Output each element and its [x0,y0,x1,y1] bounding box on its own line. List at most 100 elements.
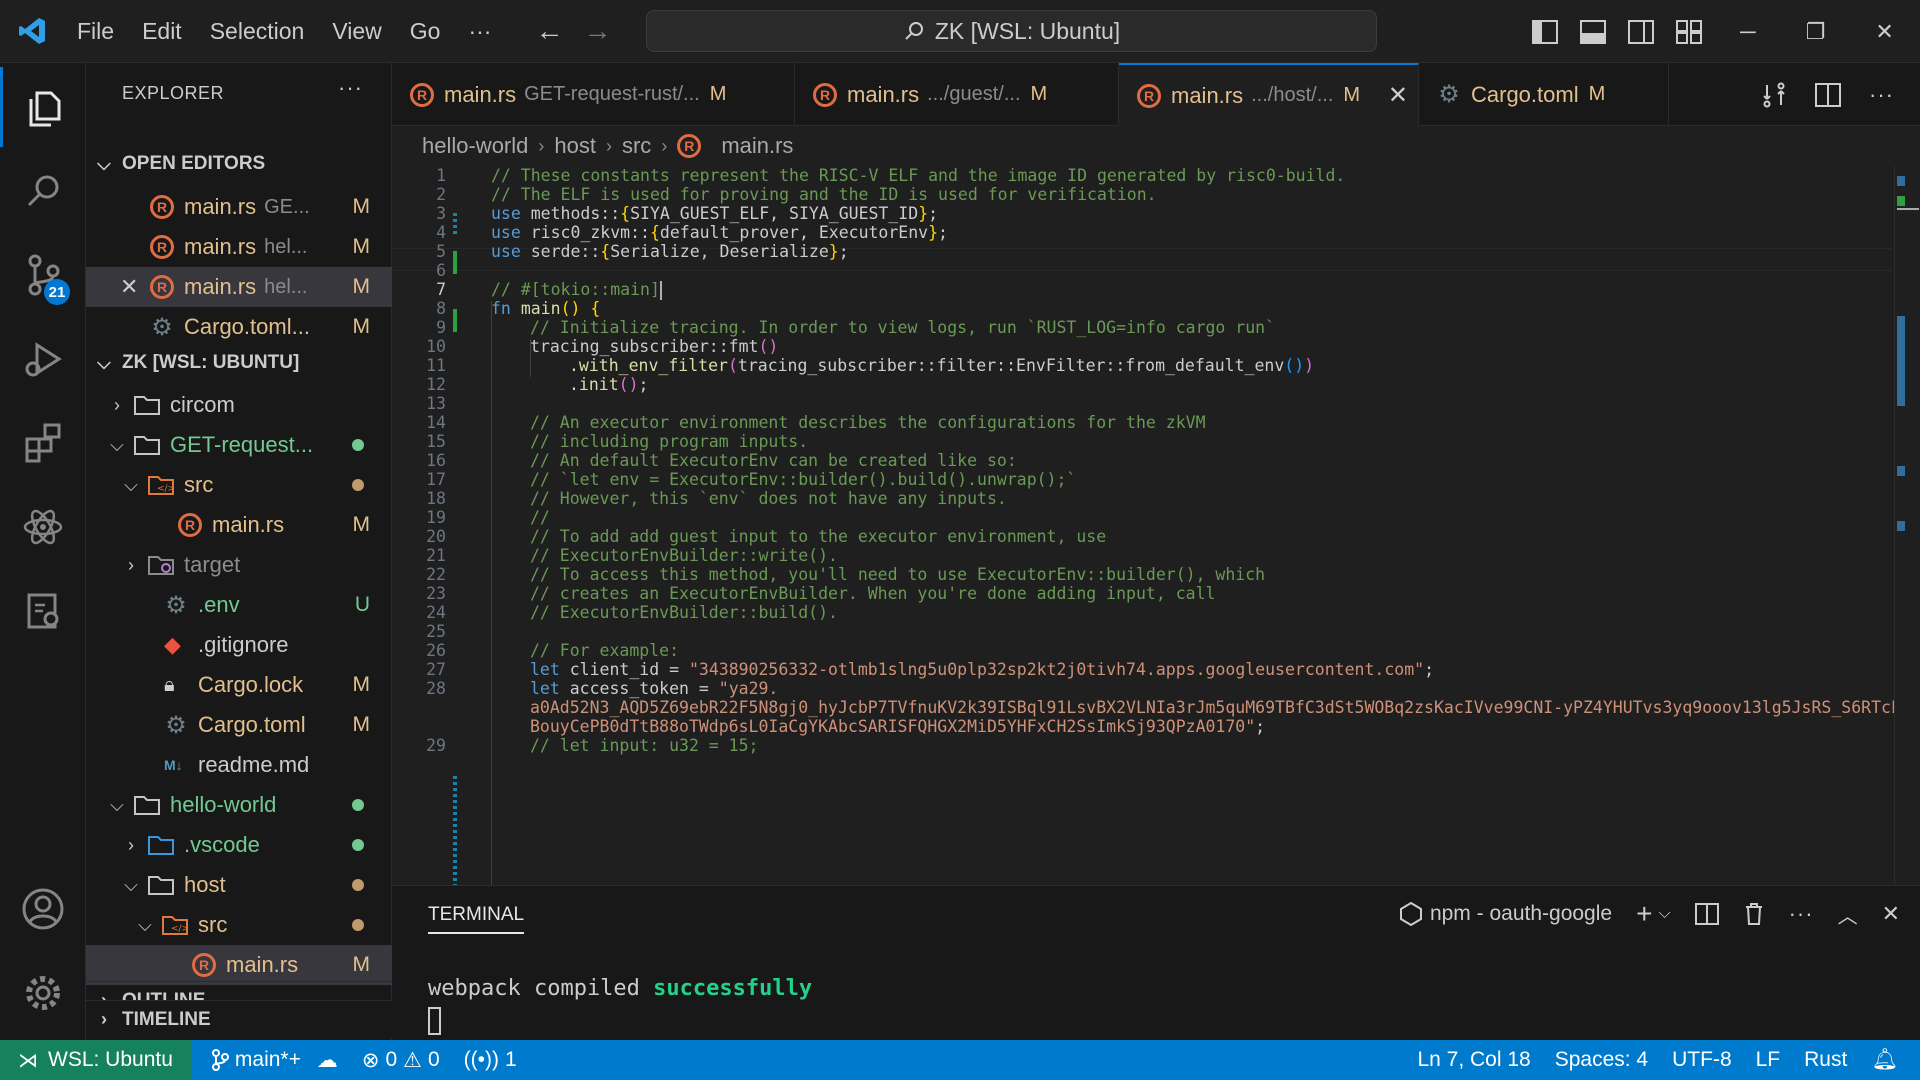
code-line-20: // To add add guest input to the executo… [530,527,1106,546]
menu-more[interactable]: ··· [454,11,505,51]
tree-folder[interactable]: › .vscode [86,825,392,865]
tree-folder[interactable]: › circom [86,385,392,425]
split-editor-icon[interactable] [1815,82,1842,107]
menu-selection[interactable]: Selection [196,11,319,51]
source-control-icon[interactable]: 21 [0,235,86,315]
editor-more-icon[interactable]: ··· [1869,82,1894,108]
indentation[interactable]: Spaces: 4 [1543,1048,1660,1072]
tab-main-rs-host[interactable]: R main.rs .../host/... M ✕ [1119,63,1419,126]
back-arrow-icon[interactable]: ← [525,15,573,47]
run-debug-icon[interactable] [0,319,86,399]
compare-changes-icon[interactable] [1761,82,1787,108]
workspace-header[interactable]: ⌵ ZK [WSL: UBUNTU] [86,344,392,382]
breadcrumb-item[interactable]: src [622,133,651,159]
remote-explorer-icon[interactable] [0,571,86,651]
menu-go[interactable]: Go [396,11,455,51]
tree-folder[interactable]: ⌵ </> src [86,465,392,505]
language-mode[interactable]: Rust [1792,1048,1859,1072]
tree-file[interactable]: R main.rs M [86,505,392,545]
git-status-badge: M [352,953,371,976]
explorer-more-icon[interactable]: ··· [338,75,363,101]
toggle-panel-icon[interactable] [1580,19,1606,44]
open-editor-desc: hel... [264,275,308,298]
menu-edit[interactable]: Edit [128,11,196,51]
tree-file[interactable]: ◆ .gitignore [86,625,392,665]
branch-indicator[interactable]: main*+ ☁ [199,1048,350,1073]
menu-view[interactable]: View [318,11,395,51]
terminal-node-icon [1399,902,1422,926]
tab-cargo-toml[interactable]: ⚙ Cargo.toml M [1419,63,1669,126]
path: risc0_zkvm:: [520,223,650,242]
tree-file-active[interactable]: R main.rs M [86,945,392,985]
open-editors-header[interactable]: ⌵ OPEN EDITORS [86,145,392,183]
breadcrumb-item[interactable]: main.rs [721,133,793,159]
editor-scrollbar[interactable] [1894,166,1920,885]
terminal-output[interactable]: webpack compiled successfully [428,976,812,1035]
terminal-success-text: successfully [653,976,813,1001]
toggle-primary-sidebar-icon[interactable] [1532,19,1558,44]
close-panel-icon[interactable]: ✕ [1882,901,1900,927]
menu-file[interactable]: File [63,11,128,51]
comment: // [530,508,550,527]
open-editor-item-active[interactable]: ✕ R main.rs hel... M [86,267,392,307]
kill-terminal-trash-icon[interactable] [1743,902,1765,926]
code-line-11: .with_env_filter(tracing_subscriber::fil… [569,356,1315,375]
restore-icon[interactable]: ❐ [1806,19,1826,45]
comment: // To access this method, you'll need to… [530,565,1266,584]
problems-indicator[interactable]: ⊗ 0 ⚠ 0 [350,1048,452,1073]
panel-more-icon[interactable]: ··· [1789,901,1814,927]
chevron-down-icon: ⌵ [124,474,138,495]
extensions-icon[interactable] [0,403,86,483]
toggle-secondary-sidebar-icon[interactable] [1628,19,1654,44]
tree-folder[interactable]: ⌵ host [86,865,392,905]
breadcrumb-item[interactable]: hello-world [422,133,528,159]
command-center-search[interactable]: ZK [WSL: Ubuntu] [646,10,1377,52]
tree-file[interactable]: ⚙ Cargo.toml M [86,705,392,745]
account-icon[interactable] [0,869,86,949]
explorer-icon[interactable] [0,67,86,147]
cursor-position[interactable]: Ln 7, Col 18 [1405,1048,1542,1072]
tree-file[interactable]: M↓ readme.md [86,745,392,785]
encoding[interactable]: UTF-8 [1660,1048,1744,1072]
terminal-selector[interactable]: npm - oauth-google [1399,902,1612,926]
open-editor-item[interactable]: R main.rs hel... M [86,227,392,267]
tree-folder[interactable]: ⌵ hello-world [86,785,392,825]
ports-indicator[interactable]: ((•)) 1 [452,1048,529,1072]
tree-folder[interactable]: ⌵ </> src [86,905,392,945]
maximize-panel-chevron-up-icon[interactable]: ︿ [1838,900,1858,929]
new-terminal-plus-icon[interactable]: + [1636,898,1652,930]
customize-layout-icon[interactable] [1676,19,1702,44]
tree-folder[interactable]: ⌵ GET-request... [86,425,392,465]
tab-terminal[interactable]: TERMINAL [428,904,525,934]
notifications-bell-icon[interactable]: 🔔︎ [1859,1048,1920,1072]
tab-main-rs-guest[interactable]: R main.rs .../guest/... M [795,63,1119,126]
sync-cloud-icon[interactable]: ☁ [317,1048,338,1073]
code-editor[interactable]: 1 2 3 4 5 6 7 8 9 10 11 12 13 14 15 16 17 18 19 20 21 22 23 24 2… [392,166,1920,885]
react-atom-icon[interactable] [0,487,86,567]
git-branch-icon [211,1049,229,1071]
chevron-down-icon[interactable]: ⌵ [1658,905,1670,923]
settings-gear-icon[interactable] [0,953,86,1033]
line-number: 27 [426,660,446,679]
open-editor-item[interactable]: ⚙ Cargo.toml... M [86,307,392,347]
forward-arrow-icon[interactable]: → [573,15,621,47]
minimize-icon[interactable]: ─ [1740,19,1756,45]
breadcrumb-item[interactable]: host [554,133,596,159]
svg-text:</>: </> [171,924,188,934]
remote-indicator[interactable]: ⋊ WSL: Ubuntu [0,1040,191,1080]
timeline-header[interactable]: › TIMELINE [86,1000,392,1038]
split-terminal-icon[interactable] [1694,903,1719,925]
close-editor-icon[interactable]: ✕ [120,274,150,300]
close-tab-icon[interactable]: ✕ [1388,81,1408,110]
search-icon[interactable] [0,151,86,231]
open-editor-item[interactable]: R main.rs GE... M [86,187,392,227]
tree-file[interactable]: 🔒︎ Cargo.lock M [86,665,392,705]
gutter-added-marker [453,309,457,332]
tree-file[interactable]: ⚙ .env U [86,585,392,625]
end-of-line[interactable]: LF [1744,1048,1793,1072]
tree-folder[interactable]: › target [86,545,392,585]
close-window-icon[interactable]: ✕ [1875,19,1893,45]
comment: // ExecutorEnvBuilder::build(). [530,603,838,622]
git-status-badge: M [352,513,371,536]
tab-main-rs-get-request[interactable]: R main.rs GET-request-rust/... M [392,63,795,126]
